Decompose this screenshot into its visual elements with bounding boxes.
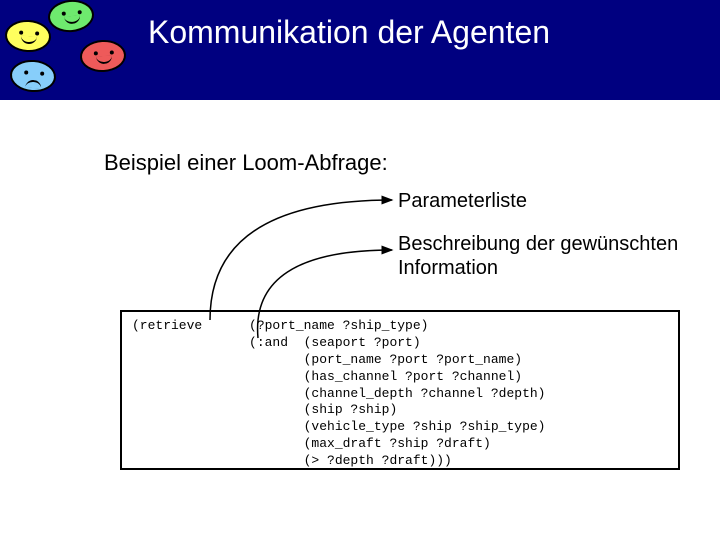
annotation-description: Beschreibung der gewünschten Information [398, 232, 720, 280]
annotation-parameter-list: Parameterliste [398, 190, 527, 213]
example-subtitle: Beispiel einer Loom-Abfrage: [104, 150, 388, 176]
code-block: (retrieve (?port_name ?ship_type) (:and … [120, 310, 680, 470]
page-title: Kommunikation der Agenten [148, 14, 550, 51]
